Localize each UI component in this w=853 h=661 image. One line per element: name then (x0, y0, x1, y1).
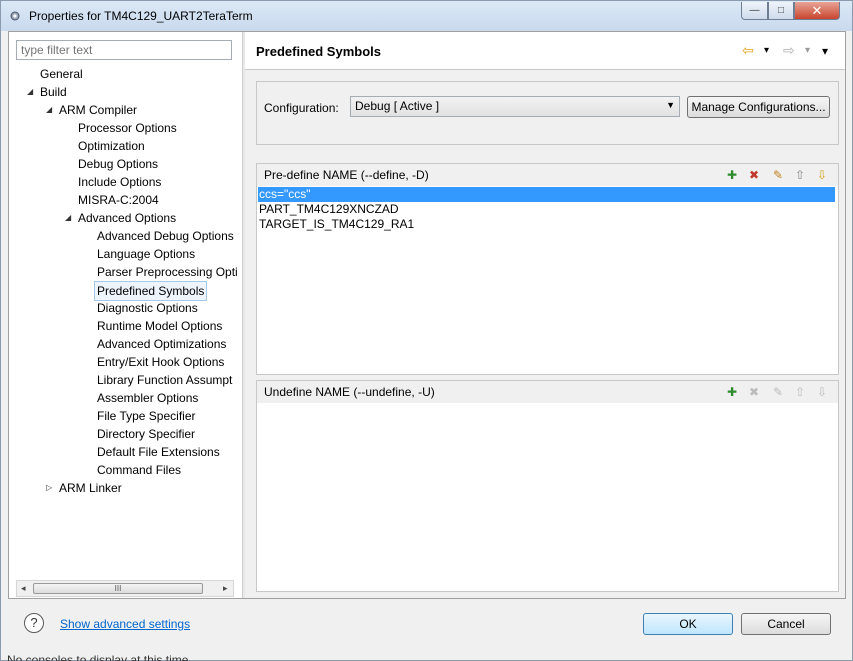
tree-item-label: Runtime Model Options (97, 319, 223, 333)
tree-item-label: Optimization (78, 139, 145, 153)
navigation-pane: General ◢ Build ◢ ARM Compiler Processor Opti… (9, 32, 243, 598)
page-title: Predefined Symbols (256, 44, 381, 59)
horizontal-scrollbar[interactable]: ◂ III ▸ (16, 580, 234, 597)
tree-item-label: Advanced Options (78, 211, 177, 225)
show-advanced-settings-link[interactable]: Show advanced settings (60, 617, 190, 631)
chevron-down-icon: ▼ (666, 100, 675, 110)
list-item[interactable]: ccs="ccs" (258, 187, 835, 202)
back-icon[interactable]: ⇦ (742, 42, 754, 59)
tree-item-label: Debug Options (78, 157, 159, 171)
tree-item-label: Default File Extensions (97, 445, 220, 459)
tree-item-label: Include Options (78, 175, 162, 189)
edit-icon: ✎ (772, 385, 784, 399)
undefine-title: Undefine NAME (--undefine, -U) (264, 385, 435, 399)
configuration-select[interactable]: Debug [ Active ] ▼ (350, 96, 680, 117)
edit-icon[interactable]: ✎ (770, 167, 786, 183)
title-bar[interactable]: Properties for TM4C129_UART2TeraTerm — □… (1, 1, 852, 31)
tree-item-label: Entry/Exit Hook Options (97, 355, 225, 369)
tree-item-label: Predefined Symbols (94, 281, 208, 301)
content-pane: Predefined Symbols ⇦ ▾ ⇨ ▾ ▾ Configurati… (245, 32, 845, 598)
add-icon[interactable]: ✚ (724, 167, 740, 183)
button-bar: ? Show advanced settings OK Cancel (1, 600, 852, 650)
configuration-value: Debug [ Active ] (355, 99, 440, 113)
move-down-icon: ⇩ (816, 385, 828, 399)
collapse-icon[interactable]: ◢ (27, 83, 33, 101)
tree-item-label: Assembler Options (97, 391, 199, 405)
maximize-icon: □ (777, 5, 785, 16)
close-icon: ✕ (811, 2, 823, 18)
tree-item-label: Diagnostic Options (97, 301, 198, 315)
tree-item-label: Parser Preprocessing Opti (97, 265, 238, 279)
scrollbar-thumb[interactable]: III (33, 583, 203, 594)
add-icon[interactable]: ✚ (724, 384, 740, 400)
page-header: Predefined Symbols ⇦ ▾ ⇨ ▾ ▾ (245, 32, 845, 70)
tree-item-label: Command Files (97, 463, 182, 477)
list-item[interactable]: TARGET_IS_TM4C129_RA1 (258, 217, 414, 232)
tree-item-label: ARM Compiler (59, 103, 138, 117)
tree-item-label: Directory Specifier (97, 427, 196, 441)
tree-item-label: ARM Linker (59, 481, 122, 495)
tree-item-label: MISRA-C:2004 (78, 193, 159, 207)
undefine-header: Undefine NAME (--undefine, -U) ✚ ✖ ✎ ⇧ ⇩ (257, 381, 838, 403)
dialog-body: General ◢ Build ◢ ARM Compiler Processor Opti… (8, 31, 846, 599)
background-console-text: No consoles to display at this time. (7, 653, 192, 661)
tree-item-label: Advanced Debug Options (97, 229, 234, 243)
collapse-icon[interactable]: ◢ (65, 209, 71, 227)
configuration-label: Configuration: (264, 101, 339, 115)
collapse-icon[interactable]: ◢ (46, 101, 52, 119)
gear-icon (10, 11, 20, 21)
window-title: Properties for TM4C129_UART2TeraTerm (29, 9, 253, 23)
predefine-panel: Pre-define NAME (--define, -D) ✚ ✖ ✎ ⇧ ⇩… (256, 163, 839, 375)
back-menu-icon[interactable]: ▾ (764, 45, 769, 56)
move-up-icon: ⇧ (794, 385, 806, 399)
manage-configurations-button[interactable]: Manage Configurations... (687, 96, 830, 118)
forward-icon[interactable]: ⇨ (783, 42, 795, 59)
tree-item-label: Build (40, 85, 67, 99)
tree-item-label: General (40, 67, 83, 81)
scroll-left-icon[interactable]: ◂ (21, 583, 26, 594)
view-menu-icon[interactable]: ▾ (822, 44, 828, 58)
maximize-button[interactable]: □ (768, 2, 794, 20)
help-icon[interactable]: ? (24, 613, 44, 633)
tree-item-label: Processor Options (78, 121, 177, 135)
predefine-header: Pre-define NAME (--define, -D) ✚ ✖ ✎ ⇧ ⇩ (257, 164, 838, 186)
tree-item-label: Language Options (97, 247, 196, 261)
forward-menu-icon[interactable]: ▾ (805, 45, 810, 56)
tree-item-label: Advanced Optimizations (97, 337, 227, 351)
scroll-right-icon[interactable]: ▸ (223, 583, 228, 594)
properties-dialog: Properties for TM4C129_UART2TeraTerm — □… (0, 0, 853, 661)
cancel-button[interactable]: Cancel (741, 613, 831, 635)
configuration-group: Configuration: Debug [ Active ] ▼ Manage… (256, 81, 839, 145)
tree-item-label: File Type Specifier (97, 409, 196, 423)
minimize-button[interactable]: — (741, 2, 768, 20)
minimize-icon: — (749, 5, 760, 16)
move-down-icon[interactable]: ⇩ (814, 167, 830, 183)
predefine-title: Pre-define NAME (--define, -D) (264, 168, 429, 182)
undefine-panel: Undefine NAME (--undefine, -U) ✚ ✖ ✎ ⇧ ⇩ (256, 380, 839, 592)
delete-icon[interactable]: ✖ (746, 167, 762, 183)
list-item[interactable]: PART_TM4C129XNCZAD (258, 202, 399, 217)
filter-input[interactable] (16, 40, 232, 60)
expand-icon[interactable]: ▷ (46, 479, 52, 497)
ok-button[interactable]: OK (643, 613, 733, 635)
delete-icon: ✖ (748, 385, 760, 399)
move-up-icon[interactable]: ⇧ (792, 167, 808, 183)
close-button[interactable]: ✕ (794, 2, 840, 20)
tree-item-label: Library Function Assumpt (97, 373, 233, 387)
grip-icon: III (114, 584, 122, 593)
